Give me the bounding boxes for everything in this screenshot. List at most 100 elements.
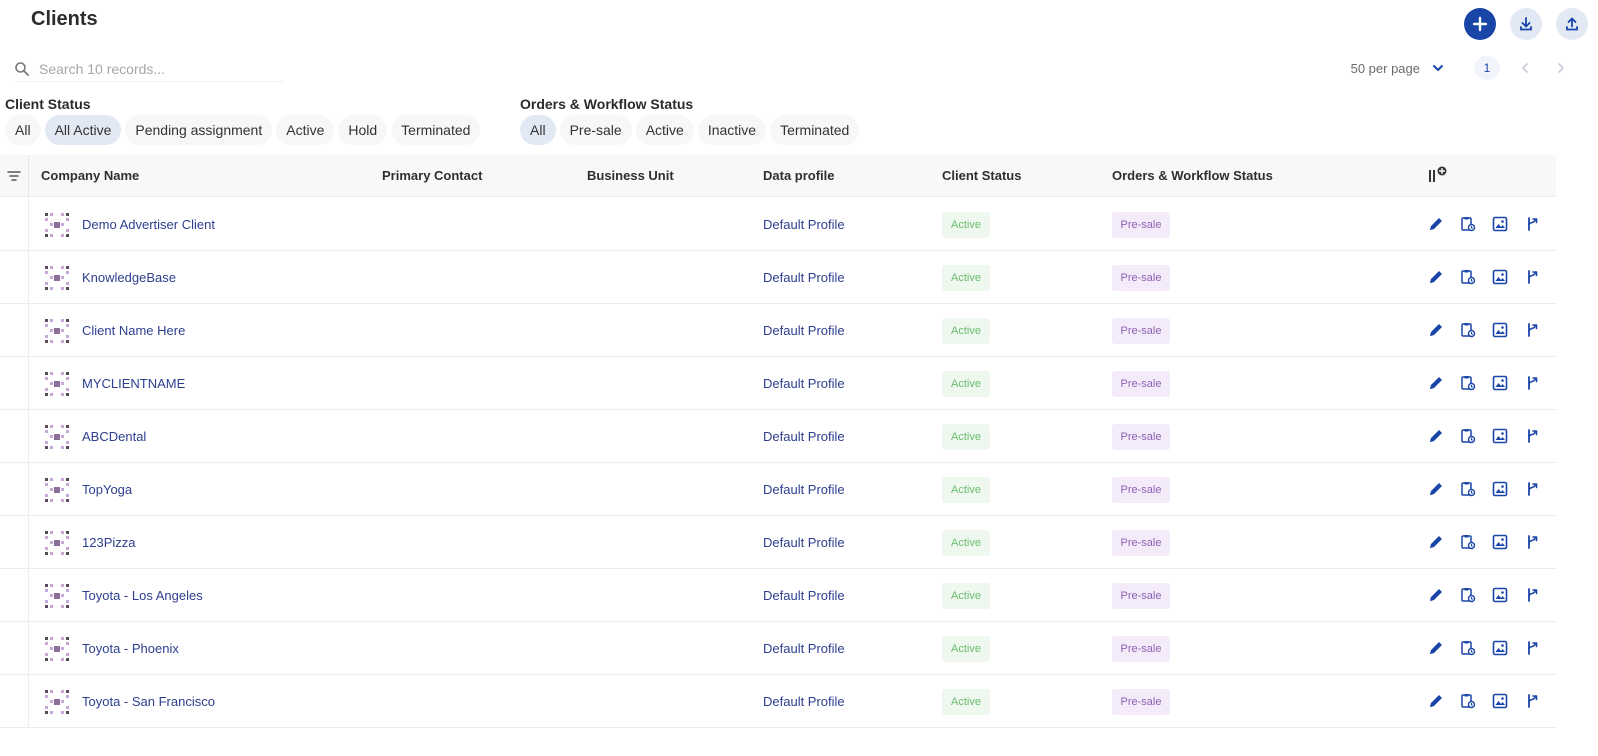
workflow-button[interactable] xyxy=(1523,268,1541,286)
orders-button[interactable] xyxy=(1459,692,1477,710)
company-name-link[interactable]: TopYoga xyxy=(82,482,132,497)
download-button[interactable] xyxy=(1510,8,1542,40)
chevron-left-icon xyxy=(1521,63,1528,73)
column-header-company-name[interactable]: Company Name xyxy=(41,168,139,183)
edit-button[interactable] xyxy=(1427,321,1445,339)
column-filter-button[interactable] xyxy=(0,155,29,197)
media-button[interactable] xyxy=(1491,639,1509,657)
data-profile-link[interactable]: Default Profile xyxy=(763,376,845,391)
workflow-button[interactable] xyxy=(1523,427,1541,445)
client-status-chip-terminated[interactable]: Terminated xyxy=(391,115,481,145)
data-profile-link[interactable]: Default Profile xyxy=(763,694,845,709)
upload-button[interactable] xyxy=(1556,8,1588,40)
clipboard-icon xyxy=(1459,533,1477,551)
company-name-link[interactable]: Toyota - San Francisco xyxy=(82,694,215,709)
company-name-link[interactable]: Client Name Here xyxy=(82,323,185,338)
data-profile-link[interactable]: Default Profile xyxy=(763,429,845,444)
per-page-select[interactable]: 50 per page xyxy=(1351,61,1444,76)
company-name-link[interactable]: Toyota - Phoenix xyxy=(82,641,179,656)
client-status-chip-active[interactable]: Active xyxy=(276,115,335,145)
company-name-link[interactable]: Demo Advertiser Client xyxy=(82,217,215,232)
row-actions xyxy=(1427,268,1541,286)
orders-button[interactable] xyxy=(1459,427,1477,445)
media-button[interactable] xyxy=(1491,215,1509,233)
workflow-button[interactable] xyxy=(1523,533,1541,551)
row-select-cell xyxy=(0,198,29,251)
workflow-button[interactable] xyxy=(1523,480,1541,498)
media-button[interactable] xyxy=(1491,427,1509,445)
client-status-chip-all[interactable]: All xyxy=(5,115,41,145)
orders-button[interactable] xyxy=(1459,533,1477,551)
workflow-button[interactable] xyxy=(1523,639,1541,657)
orders-button[interactable] xyxy=(1459,321,1477,339)
column-header-client-status[interactable]: Client Status xyxy=(942,168,1021,183)
branch-icon xyxy=(1523,427,1541,445)
current-page[interactable]: 1 xyxy=(1474,56,1500,80)
workflow-button[interactable] xyxy=(1523,374,1541,392)
orders-button[interactable] xyxy=(1459,480,1477,498)
media-button[interactable] xyxy=(1491,533,1509,551)
row-select-cell xyxy=(0,516,29,569)
orders-button[interactable] xyxy=(1459,268,1477,286)
pencil-icon xyxy=(1427,586,1445,604)
company-name-link[interactable]: KnowledgeBase xyxy=(82,270,176,285)
data-profile-link[interactable]: Default Profile xyxy=(763,588,845,603)
edit-button[interactable] xyxy=(1427,533,1445,551)
media-button[interactable] xyxy=(1491,480,1509,498)
company-name-link[interactable]: ABCDental xyxy=(82,429,146,444)
next-page-button[interactable] xyxy=(1550,57,1572,79)
orders-button[interactable] xyxy=(1459,586,1477,604)
column-header-business-unit[interactable]: Business Unit xyxy=(587,168,674,183)
clipboard-icon xyxy=(1459,321,1477,339)
data-profile-link[interactable]: Default Profile xyxy=(763,535,845,550)
column-header-primary-contact[interactable]: Primary Contact xyxy=(382,168,482,183)
media-button[interactable] xyxy=(1491,692,1509,710)
media-button[interactable] xyxy=(1491,321,1509,339)
branch-icon xyxy=(1523,639,1541,657)
edit-button[interactable] xyxy=(1427,639,1445,657)
data-profile-link[interactable]: Default Profile xyxy=(763,323,845,338)
orders-status-badge: Pre-sale xyxy=(1112,212,1170,238)
edit-button[interactable] xyxy=(1427,480,1445,498)
edit-button[interactable] xyxy=(1427,692,1445,710)
orders-status-chip-all[interactable]: All xyxy=(520,115,556,145)
workflow-button[interactable] xyxy=(1523,692,1541,710)
orders-status-chip-terminated[interactable]: Terminated xyxy=(770,115,860,145)
data-profile-link[interactable]: Default Profile xyxy=(763,482,845,497)
orders-status-chip-pre-sale[interactable]: Pre-sale xyxy=(559,115,632,145)
edit-button[interactable] xyxy=(1427,215,1445,233)
client-logo-icon xyxy=(44,689,70,715)
client-status-chip-hold[interactable]: Hold xyxy=(338,115,388,145)
search-input[interactable] xyxy=(39,60,269,77)
orders-button[interactable] xyxy=(1459,639,1477,657)
workflow-button[interactable] xyxy=(1523,215,1541,233)
column-header-data-profile[interactable]: Data profile xyxy=(763,168,835,183)
company-name-link[interactable]: MYCLIENTNAME xyxy=(82,376,185,391)
company-name-link[interactable]: Toyota - Los Angeles xyxy=(82,588,203,603)
workflow-button[interactable] xyxy=(1523,586,1541,604)
client-status-chip-all-active[interactable]: All Active xyxy=(44,115,122,145)
orders-status-chip-inactive[interactable]: Inactive xyxy=(697,115,767,145)
media-button[interactable] xyxy=(1491,374,1509,392)
client-status-chip-pending-assignment[interactable]: Pending assignment xyxy=(125,115,273,145)
orders-status-filter: Orders & Workflow Status All Pre-sale Acti… xyxy=(520,96,860,145)
edit-button[interactable] xyxy=(1427,374,1445,392)
orders-status-chip-active[interactable]: Active xyxy=(635,115,694,145)
workflow-button[interactable] xyxy=(1523,321,1541,339)
column-header-orders-status[interactable]: Orders & Workflow Status xyxy=(1112,168,1273,183)
media-button[interactable] xyxy=(1491,586,1509,604)
column-settings-icon[interactable] xyxy=(1428,166,1448,184)
orders-button[interactable] xyxy=(1459,215,1477,233)
orders-status-badge: Pre-sale xyxy=(1112,265,1170,291)
prev-page-button[interactable] xyxy=(1514,57,1536,79)
add-client-button[interactable] xyxy=(1464,8,1496,40)
data-profile-link[interactable]: Default Profile xyxy=(763,270,845,285)
edit-button[interactable] xyxy=(1427,427,1445,445)
edit-button[interactable] xyxy=(1427,268,1445,286)
edit-button[interactable] xyxy=(1427,586,1445,604)
data-profile-link[interactable]: Default Profile xyxy=(763,217,845,232)
media-button[interactable] xyxy=(1491,268,1509,286)
data-profile-link[interactable]: Default Profile xyxy=(763,641,845,656)
orders-button[interactable] xyxy=(1459,374,1477,392)
company-name-link[interactable]: 123Pizza xyxy=(82,535,135,550)
